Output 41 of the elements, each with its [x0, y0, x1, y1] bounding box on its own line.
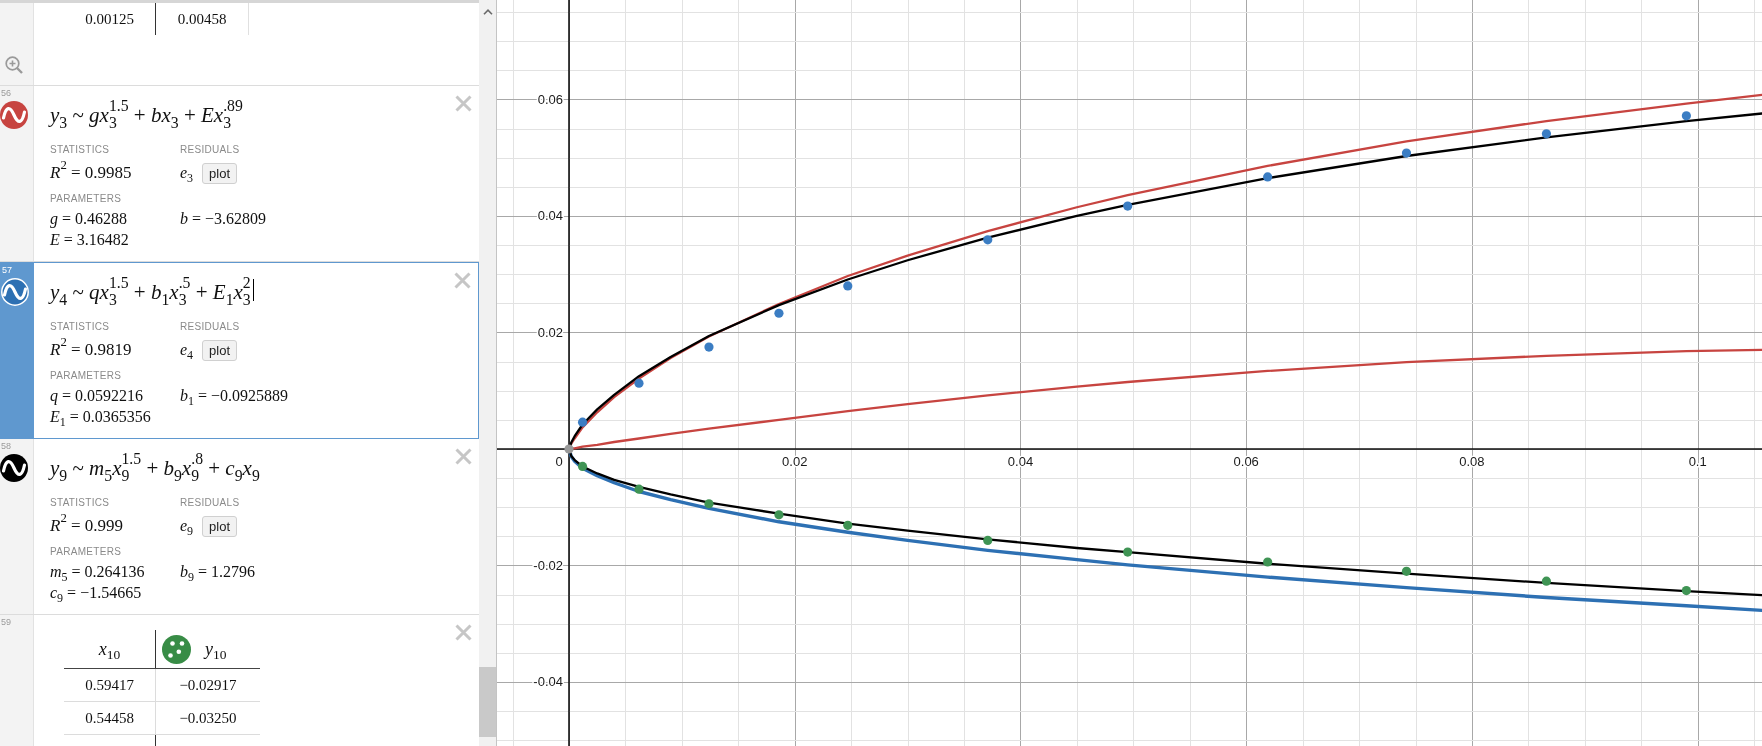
section-label: RESIDUALS: [180, 496, 240, 510]
section-label: PARAMETERS: [50, 192, 122, 206]
residual-variable: e$_{4}$: [180, 340, 194, 362]
parameter-value: b$_{9}$ = 1.2796: [180, 561, 256, 584]
axis-tick-label: 0.04: [537, 208, 563, 224]
parameter-value: m$_{5}$ = 0.264136: [50, 561, 145, 584]
r-squared-value: R$^{2}$ = 0.9819: [50, 337, 132, 362]
residual-variable: e$_{9}$: [180, 516, 194, 538]
axis-tick-label: 0.06: [1233, 454, 1259, 469]
expression-number: 59: [0, 617, 11, 627]
section-label: STATISTICS: [50, 320, 110, 334]
expression-number: 57: [1, 265, 12, 275]
parameter-value: E$_{1}$ = 0.0365356: [50, 406, 151, 429]
axis-tick-label: 0.06: [537, 92, 563, 107]
section-label: PARAMETERS: [50, 369, 122, 383]
parameter-value: E = 3.16482: [50, 229, 129, 250]
axis-tick-label: 0.1: [1688, 454, 1707, 469]
parameter-value: b = −3.62809: [180, 208, 267, 229]
axis-tick-label: 0.02: [782, 454, 808, 469]
axis-tick-label: -0.02: [533, 558, 563, 573]
section-label: PARAMETERS: [50, 545, 122, 559]
residual-variable: e$_{3}$: [180, 163, 194, 185]
axis-tick-label: -0.04: [533, 674, 563, 690]
section-label: RESIDUALS: [180, 320, 240, 334]
parameter-value: q = 0.0592216: [50, 385, 144, 407]
table-cell: 0.00125: [64, 3, 156, 35]
expression-number: 58: [0, 441, 11, 451]
parameter-value: g = 0.46288: [50, 208, 128, 230]
parameter-value: c$_{9}$ = −1.54665: [50, 582, 142, 605]
section-label: STATISTICS: [50, 143, 110, 157]
axis-tick-label: 0.02: [537, 325, 563, 340]
axis-tick-label: 0.08: [1459, 454, 1485, 469]
section-label: RESIDUALS: [180, 143, 240, 157]
parameter-value: b$_{1}$ = −0.0925889: [180, 385, 289, 408]
origin-label: 0: [555, 454, 563, 469]
expression-number: 56: [0, 88, 11, 98]
section-label: STATISTICS: [50, 496, 110, 510]
r-squared-value: R$^{2}$ = 0.999: [50, 513, 124, 538]
table-cell: 0.00458: [156, 3, 249, 35]
r-squared-value: R$^{2}$ = 0.9985: [50, 160, 132, 185]
axis-tick-label: 0.04: [1007, 454, 1034, 469]
